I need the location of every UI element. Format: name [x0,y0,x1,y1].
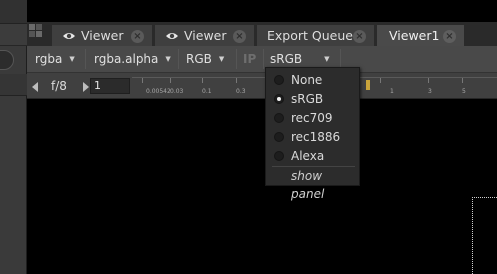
close-icon[interactable]: × [131,30,144,43]
toolbar-divider [178,49,179,69]
menu-item-rec1886[interactable]: rec1886 [266,127,359,146]
eye-icon [63,32,75,39]
toolbar-divider [85,49,86,69]
viewer-canvas[interactable] [27,100,497,274]
tab-export-queue[interactable]: Export Queue × [256,24,375,46]
adjacent-panel-toolbar [0,24,27,46]
menu-item-label: None [291,72,323,87]
dropdown-arrow-icon: ▼ [324,55,330,63]
adjacent-panel-header [0,0,27,24]
colorspace-value: sRGB [270,52,303,66]
ruler-tick: 5 [462,88,466,95]
exposure-handle[interactable] [366,80,370,90]
menu-item-label: rec1886 [291,129,341,144]
colorspace-menu: None sRGB rec709 rec1886 Alexa show pane… [265,67,360,201]
dropdown-arrow-icon: ▼ [218,55,225,63]
alpha-channel-value: rgba.alpha [94,52,159,66]
menu-item-label: Alexa [291,148,325,163]
close-icon[interactable]: × [353,30,366,43]
colorspace-dropdown[interactable]: sRGB ▼ [270,50,330,68]
ruler-tick: 0.03 [170,88,184,95]
tab-viewer1[interactable]: Viewer1 × [376,24,465,46]
menu-item-srgb[interactable]: sRGB [266,89,359,108]
ruler-tick: 0.00542 [146,88,171,95]
radio-icon [274,112,284,123]
menu-item-none[interactable]: None [266,70,359,89]
tab-label: Viewer [81,28,124,43]
ruler-tick: 0.1 [202,88,212,95]
menu-item-alexa[interactable]: Alexa [266,146,359,165]
tab-viewer-2[interactable]: Viewer × [154,24,255,46]
channels-dropdown[interactable]: rgba ▼ [35,50,75,68]
ruler-tick: 1 [390,88,394,95]
radio-icon [274,131,284,142]
adjacent-panel [0,0,27,274]
close-icon[interactable]: × [443,30,456,43]
input-process-button[interactable]: IP [243,50,256,68]
fstop-label[interactable]: f/8 [51,79,67,93]
dropdown-arrow-icon: ▼ [69,55,75,63]
adjacent-panel-round-button[interactable] [0,50,14,70]
channels-value: rgba [35,52,63,66]
tab-label: Viewer [184,28,227,43]
menu-item-label: rec709 [291,110,333,125]
previous-icon[interactable] [32,82,38,92]
viewer-toolbar: rgba ▼ rgba.alpha ▼ RGB ▼ IP sRGB ▼ [27,46,497,73]
dropdown-arrow-icon: ▼ [165,55,171,63]
radio-icon [274,74,284,85]
panel-grip-icon[interactable] [29,24,45,40]
radio-selected-icon [274,93,284,104]
close-icon[interactable]: × [233,30,246,43]
next-icon[interactable] [83,82,89,92]
toolbar-divider [263,49,264,69]
adjacent-panel-row [0,74,27,96]
tab-label: Export Queue [267,28,353,43]
ruler-tick: 3 [428,88,432,95]
eye-icon [166,32,178,39]
toolbar-divider [236,49,237,69]
display-dropdown[interactable]: RGB ▼ [186,50,224,68]
tab-label: Viewer1 [389,28,440,43]
ruler-tick: 0.3 [236,88,246,95]
radio-icon [274,150,284,161]
ip-label: IP [243,52,257,66]
tab-viewer-1[interactable]: Viewer × [51,24,153,46]
format-bounding-box [472,197,497,274]
alpha-channel-dropdown[interactable]: rgba.alpha ▼ [94,50,171,68]
menu-item-label: sRGB [291,91,324,106]
frame-bar: f/8 1 0.00542 0.03 0.1 0.3 1 3 5 [27,73,497,99]
display-value: RGB [186,52,212,66]
show-panel-item[interactable]: show panel [266,167,359,201]
menu-item-rec709[interactable]: rec709 [266,108,359,127]
frame-input[interactable]: 1 [90,78,130,94]
toolbar-divider [340,49,341,69]
